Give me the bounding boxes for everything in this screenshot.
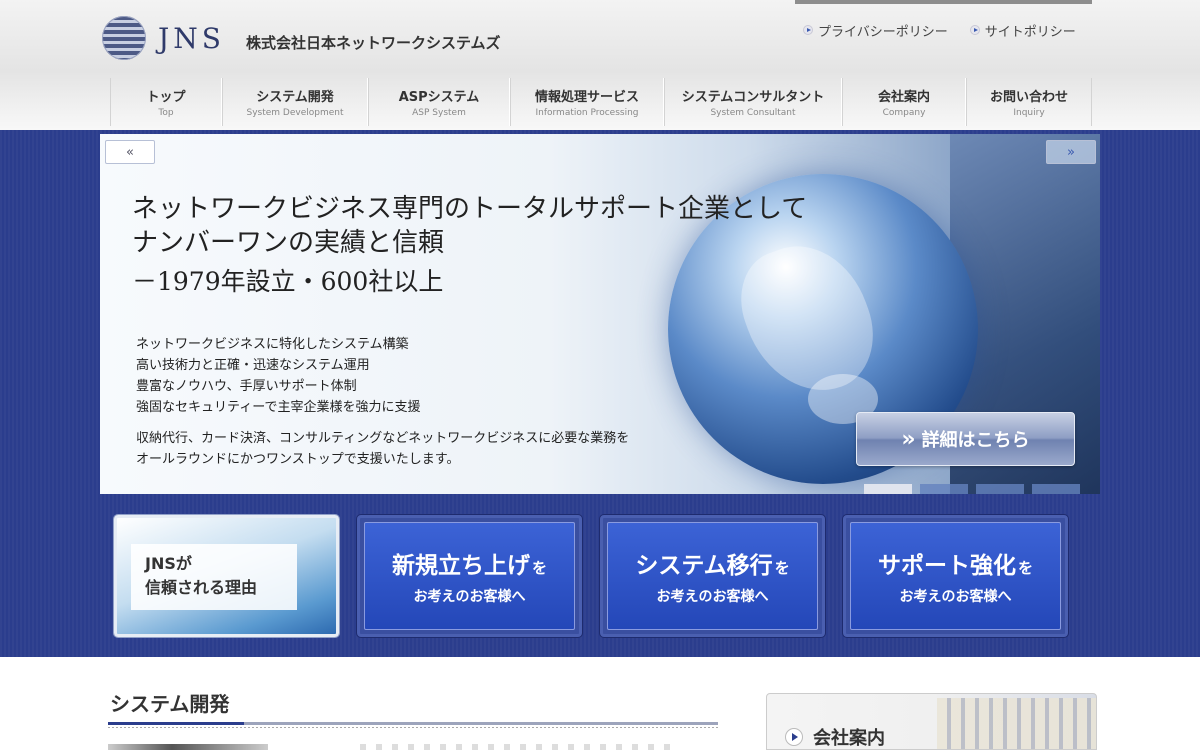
nav-item-top[interactable]: トップ Top [110, 78, 222, 126]
feature-subtitle: お考えのお客様へ [413, 589, 526, 605]
details-button[interactable]: ›› 詳細はこちら [856, 412, 1075, 466]
feature-title: 新規立ち上げを [392, 546, 547, 580]
feature-title-particle: を [1017, 559, 1033, 577]
nav-label-en: System Consultant [710, 108, 796, 118]
feature-why-jns-line2: 信頼される理由 [145, 578, 258, 597]
nav-label-en: Information Processing [535, 108, 639, 118]
nav-item-information-processing[interactable]: 情報処理サービス Information Processing [510, 78, 664, 126]
company-info-text: 会社案内 [813, 728, 885, 749]
arrow-right-icon [969, 25, 980, 35]
company-info-label: 会社案内 [785, 724, 885, 749]
company-info-card[interactable]: 会社案内 [766, 693, 1097, 750]
slider-indicators [864, 484, 1080, 494]
feature-new-launch[interactable]: 新規立ち上げを お考えのお客様へ [357, 515, 582, 637]
hero-headline: ネットワークビジネス専門のトータルサポート企業として ナンバーワンの実績と信頼 [132, 192, 807, 260]
feature-title: システム移行を [635, 546, 789, 580]
feature-why-jns[interactable]: JNSが 信頼される理由 [114, 515, 339, 637]
section-thumbnail [108, 744, 268, 750]
slider-indicator[interactable] [920, 484, 968, 494]
logo[interactable]: JNS [102, 16, 225, 60]
slider-next-button[interactable]: » [1046, 140, 1096, 164]
feature-new-launch-panel: 新規立ち上げを お考えのお客様へ [364, 522, 575, 630]
nav-item-company[interactable]: 会社案内 Company [842, 78, 966, 126]
feature-why-jns-line1: JNSが [145, 554, 192, 573]
nav-label-en: System Development [246, 108, 344, 118]
nav-label-jp: ASPシステム [398, 90, 480, 105]
hero-point: 強固なセキュリティーで主宰企業様を強力に支援 [136, 400, 421, 415]
hero-point: 豊富なノウハウ、手厚いサポート体制 [136, 379, 357, 394]
slider-indicator[interactable] [976, 484, 1024, 494]
feature-system-migration-panel: システム移行を お考えのお客様へ [607, 522, 818, 630]
nav-label-en: Company [882, 108, 926, 118]
global-nav: トップ Top システム開発 System Development ASPシステ… [110, 78, 1092, 126]
nav-item-system-consultant[interactable]: システムコンサルタント System Consultant [664, 78, 842, 126]
building-image [937, 698, 1096, 749]
site-policy-link[interactable]: サイトポリシー [969, 16, 1076, 44]
section-divider [108, 722, 718, 728]
hero-subtitle: －1979年設立・600社以上 [132, 267, 444, 296]
feature-system-migration[interactable]: システム移行を お考えのお客様へ [600, 515, 825, 637]
privacy-policy-link[interactable]: プライバシーポリシー [803, 16, 948, 44]
hero-headline-line1: ネットワークビジネス専門のトータルサポート企業として [132, 194, 808, 224]
site-policy-label: サイトポリシー [984, 24, 1076, 40]
logo-globe-icon [102, 16, 146, 60]
site-header: JNS 株式会社日本ネットワークシステムズ プライバシーポリシー サイトポリシー… [0, 0, 1200, 130]
slider-prev-button[interactable]: « [105, 140, 155, 164]
nav-item-asp-system[interactable]: ASPシステム ASP System [368, 78, 510, 126]
hero-points: ネットワークビジネスに特化したシステム構築 高い技術力と正確・迅速なシステム運用… [136, 334, 420, 418]
feature-title: サポート強化を [878, 546, 1033, 580]
section-title: システム開発 [110, 692, 230, 716]
logo-text: JNS [158, 21, 225, 55]
nav-label-jp: トップ [146, 90, 186, 105]
hero-headline-line2: ナンバーワンの実績と信頼 [132, 228, 445, 258]
arrow-right-icon [785, 728, 803, 746]
nav-label-jp: 会社案内 [877, 90, 930, 105]
hero-slider: « » ネットワークビジネス専門のトータルサポート企業として ナンバーワンの実績… [100, 134, 1100, 494]
nav-label-jp: お問い合わせ [989, 90, 1068, 105]
nav-label-jp: システムコンサルタント [681, 90, 825, 105]
section-text-partial [360, 744, 680, 750]
company-name: 株式会社日本ネットワークシステムズ [246, 34, 501, 52]
hero-description-line1: 収納代行、カード決済、コンサルティングなどネットワークビジネスに必要な業務を [136, 431, 630, 446]
nav-item-system-development[interactable]: システム開発 System Development [222, 78, 368, 126]
nav-label-jp: 情報処理サービス [534, 90, 639, 105]
nav-label-en: Inquiry [1013, 108, 1045, 118]
feature-support-enhancement[interactable]: サポート強化を お考えのお客様へ [843, 515, 1068, 637]
hero-description: 収納代行、カード決済、コンサルティングなどネットワークビジネスに必要な業務を オ… [136, 428, 676, 470]
slider-indicator[interactable] [1032, 484, 1080, 494]
double-chevron-right-icon: ›› [901, 426, 915, 452]
hero-point: ネットワークビジネスに特化したシステム構築 [136, 337, 409, 352]
feature-title-main: システム移行 [635, 553, 773, 579]
details-button-label: 詳細はこちら [921, 430, 1030, 451]
utility-links: プライバシーポリシー サイトポリシー [795, 0, 1092, 44]
feature-title-particle: を [774, 559, 790, 577]
nav-item-inquiry[interactable]: お問い合わせ Inquiry [966, 78, 1092, 126]
slider-indicator[interactable] [864, 484, 912, 494]
arrow-right-icon [803, 25, 813, 35]
nav-label-en: ASP System [412, 108, 466, 118]
nav-label-jp: システム開発 [256, 90, 334, 105]
feature-title-main: サポート強化 [877, 553, 1016, 579]
feature-subtitle: お考えのお客様へ [656, 589, 769, 605]
feature-why-jns-label: JNSが 信頼される理由 [131, 544, 297, 610]
feature-boxes: JNSが 信頼される理由 新規立ち上げを お考えのお客様へ システム移行を お考… [114, 515, 1068, 637]
privacy-policy-label: プライバシーポリシー [818, 24, 948, 40]
nav-label-en: Top [158, 108, 174, 118]
hero-point: 高い技術力と正確・迅速なシステム運用 [136, 358, 370, 373]
hero-description-line2: オールラウンドにかつワンストップで支援いたします。 [136, 452, 460, 467]
feature-title-main: 新規立ち上げ [391, 553, 530, 579]
feature-title-particle: を [531, 559, 547, 577]
feature-support-enhancement-panel: サポート強化を お考えのお客様へ [850, 522, 1061, 630]
feature-subtitle: お考えのお客様へ [899, 589, 1012, 605]
